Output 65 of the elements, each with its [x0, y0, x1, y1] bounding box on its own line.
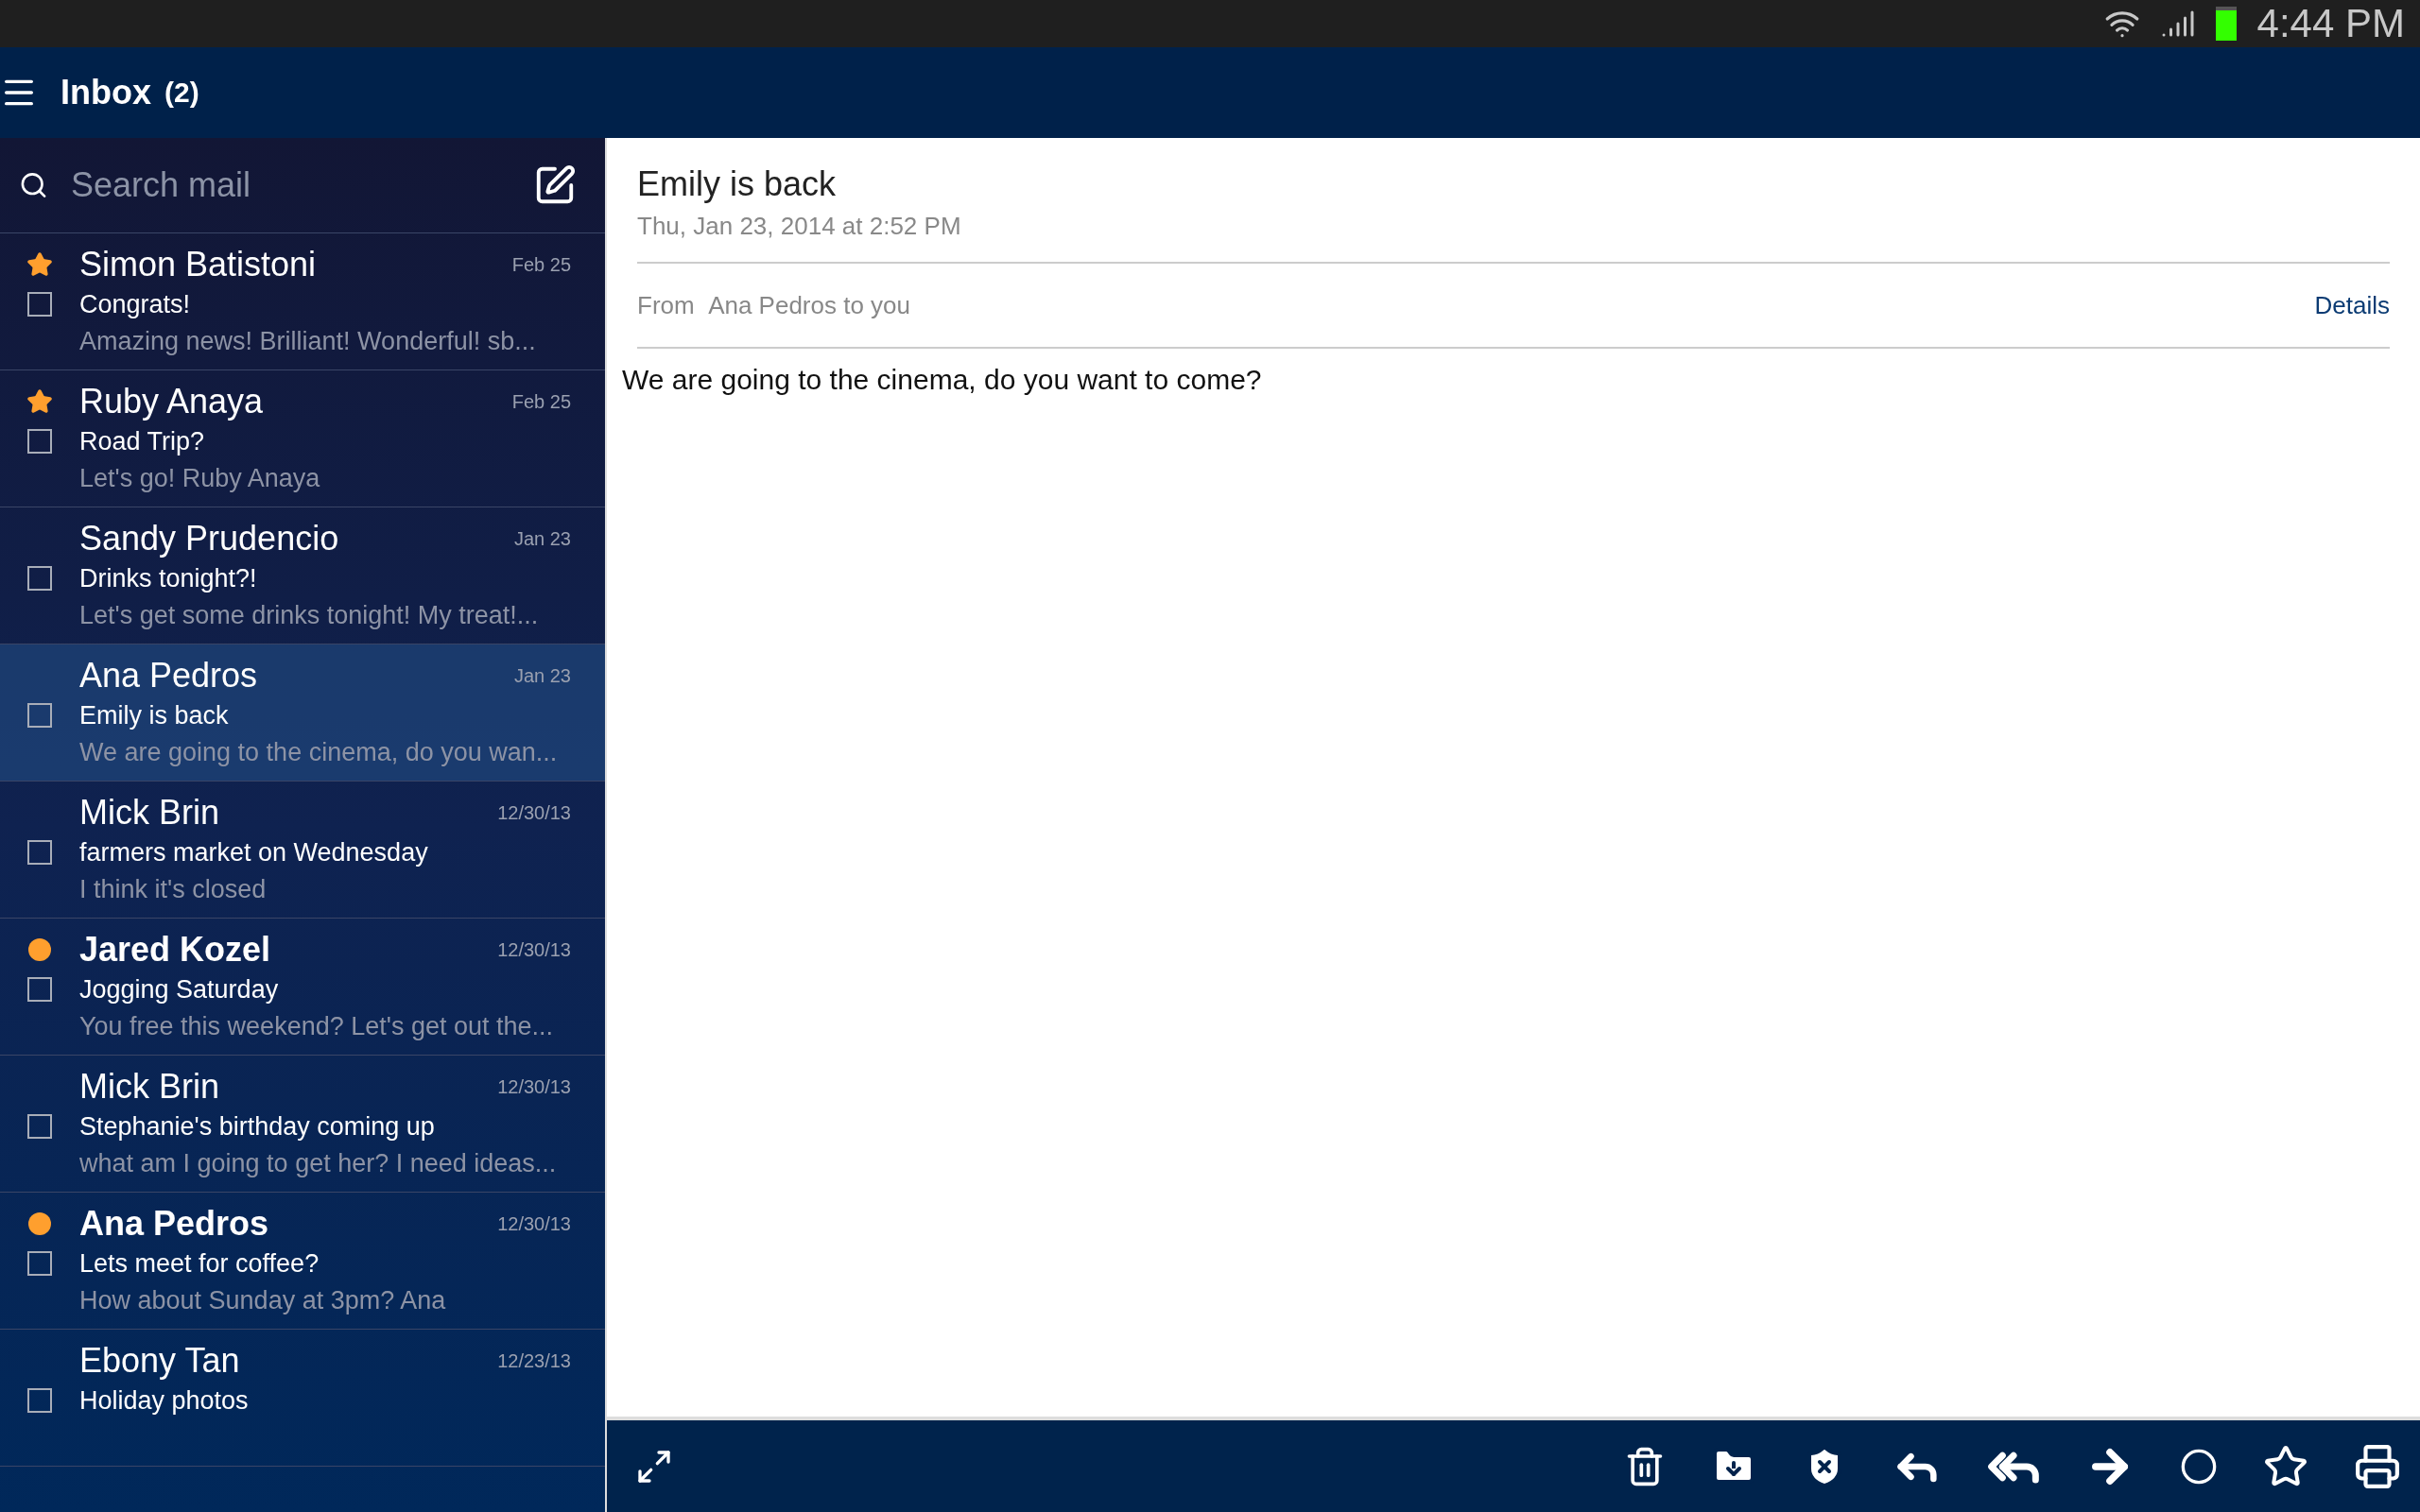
search-field[interactable]: Search mail: [69, 164, 512, 206]
message-date: Jan 23: [513, 664, 571, 687]
checkbox[interactable]: [27, 566, 52, 591]
message-subject: farmers market on Wednesday: [79, 837, 429, 868]
message-date: 12/30/13: [497, 801, 571, 824]
battery-icon: [2215, 7, 2237, 41]
message-row[interactable]: Jared Kozel 12/30/13 Jogging Saturday You free this weekend? Let's get out the...: [0, 919, 605, 1056]
message-preview: Let's go! Ruby Anaya: [79, 463, 321, 493]
message-date: Feb 25: [511, 253, 571, 276]
email-subject: Emily is back: [637, 164, 838, 204]
checkbox[interactable]: [27, 1251, 52, 1276]
message-date: 12/30/13: [497, 938, 571, 961]
checkbox[interactable]: [27, 703, 52, 728]
checkbox[interactable]: [27, 977, 52, 1002]
checkbox[interactable]: [27, 292, 52, 317]
circle-button[interactable]: [2180, 1447, 2218, 1486]
message-preview: How about Sunday at 3pm? Ana: [79, 1285, 447, 1315]
email-body: We are going to the cinema, do you want to come?: [622, 364, 1263, 396]
message-row[interactable]: Ruby Anaya Feb 25 Road Trip? Let's go! Ruby Anaya: [0, 370, 605, 507]
message-date: 12/30/13: [497, 1212, 571, 1235]
details-link[interactable]: Details: [2314, 290, 2390, 320]
message-subject: Road Trip?: [79, 426, 206, 456]
email-date: Thu, Jan 23, 2014 at 2:52 PM: [637, 212, 962, 241]
sender-name: Ana Pedros: [79, 1204, 270, 1244]
message-row[interactable]: Ana Pedros 12/30/13 Lets meet for coffee? How about Sunday at 3pm? Ana: [0, 1193, 605, 1330]
checkbox[interactable]: [27, 1388, 52, 1413]
message-row[interactable]: Simon Batistoni Feb 25 Congrats! Amazing news! Brilliant! Wonderful! sb...: [0, 233, 605, 370]
message-date: Feb 25: [511, 390, 571, 413]
message-preview: what am I going to get her? I need ideas...: [79, 1148, 558, 1178]
message-preview: I think it's closed: [79, 874, 268, 904]
message-subject: Jogging Saturday: [79, 974, 280, 1005]
inbox-title: Inbox: [60, 73, 151, 112]
sender-name: Mick Brin: [79, 793, 220, 833]
sender-name: Jared Kozel: [79, 930, 272, 970]
sender-name: Ruby Anaya: [79, 382, 265, 421]
message-preview: We are going to the cinema, do you wan...: [79, 737, 559, 767]
message-preview: You free this weekend? Let's get out the...: [79, 1011, 554, 1041]
message-preview: Amazing news! Brilliant! Wonderful! sb...: [79, 326, 537, 356]
message-subject: Drinks tonight?!: [79, 563, 258, 593]
print-button[interactable]: [2354, 1442, 2401, 1490]
checkbox[interactable]: [27, 840, 52, 865]
checkbox[interactable]: [27, 1114, 52, 1139]
sender-name: Sandy Prudencio: [79, 519, 340, 558]
sender-name: Ana Pedros: [79, 656, 259, 696]
message-row[interactable]: Ana Pedros Jan 23 Emily is back We are going to the cinema, do you wan...: [0, 644, 605, 782]
status-time: 4:44 PM: [2256, 1, 2405, 46]
message-date: 12/23/13: [497, 1349, 571, 1372]
message-subject: Lets meet for coffee?: [79, 1248, 320, 1279]
message-preview: Let's get some drinks tonight! My treat!...: [79, 600, 540, 630]
message-row[interactable]: Mick Brin 12/30/13 farmers market on Wednesday I think it's closed: [0, 782, 605, 919]
sender-name: Simon Batistoni: [79, 245, 318, 284]
message-date: 12/30/13: [497, 1075, 571, 1098]
message-row[interactable]: Mick Brin 12/30/13 Stephanie's birthday coming up what am I going to get her? I need ideas...: [0, 1056, 605, 1193]
message-subject: Congrats!: [79, 289, 192, 319]
message-row[interactable]: Ebony Tan 12/23/13 Holiday photos: [0, 1330, 605, 1467]
message-date: Jan 23: [513, 527, 571, 550]
sender-line: From Ana Pedros to you: [637, 290, 911, 320]
checkbox[interactable]: [27, 429, 52, 454]
message-subject: Emily is back: [79, 700, 230, 730]
sender-name: Mick Brin: [79, 1067, 220, 1107]
message-subject: Holiday photos: [79, 1385, 250, 1416]
message-row[interactable]: Sandy Prudencio Jan 23 Drinks tonight?! Let's get some drinks tonight! My treat!...: [0, 507, 605, 644]
message-subject: Stephanie's birthday coming up: [79, 1111, 436, 1142]
unread-count: (2): [164, 77, 199, 109]
sender-name: Ebony Tan: [79, 1341, 241, 1381]
